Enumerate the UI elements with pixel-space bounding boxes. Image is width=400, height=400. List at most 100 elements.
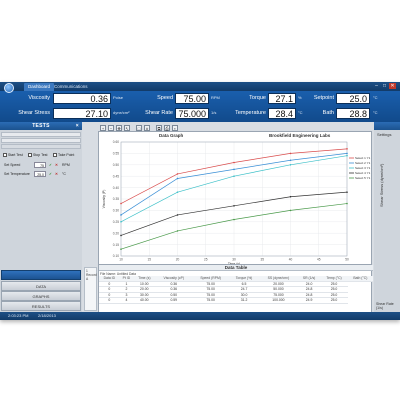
data-table: Data ID Pt ID Time (s) Viscosity (cP) Speed … bbox=[99, 276, 373, 304]
x-tick-label: 30 bbox=[232, 258, 236, 262]
data-point bbox=[176, 173, 179, 175]
record-letter: A bbox=[86, 277, 89, 281]
cancel-icon[interactable]: ✕ bbox=[55, 171, 58, 177]
viscosity-label: Viscosity bbox=[28, 95, 50, 101]
application-window: Dashboard Communications – □ ✕ Viscosity… bbox=[0, 82, 400, 320]
x-tick-label: 50 bbox=[345, 258, 349, 262]
set-temperature-row: Set Temperature 25.0 ✓ ✕ °C bbox=[4, 171, 66, 177]
data-button[interactable]: DATA bbox=[1, 281, 81, 291]
table-cell: 4 bbox=[119, 297, 134, 304]
data-point bbox=[346, 154, 348, 157]
x-tick-label: 10 bbox=[119, 258, 123, 262]
shear-stress-label: Shear Stress bbox=[18, 110, 50, 116]
table-cell: 31.2 bbox=[229, 297, 259, 304]
table-cell: 40.00 bbox=[133, 297, 156, 304]
shear-rate-unit: 1/s bbox=[211, 110, 217, 115]
y-tick-label: 0.20 bbox=[113, 231, 119, 235]
data-point bbox=[346, 148, 348, 150]
data-point bbox=[289, 164, 292, 166]
y-tick-label: 0.25 bbox=[113, 220, 119, 224]
close-panel-icon[interactable]: × bbox=[76, 122, 79, 130]
set-temperature-label: Set Temperature bbox=[4, 172, 30, 176]
x-tick-label: 40 bbox=[289, 258, 293, 262]
shear-rate-value: 75.000 bbox=[175, 108, 209, 119]
shear-stress-unit: dyne/cm² bbox=[113, 110, 130, 115]
data-point bbox=[176, 214, 179, 216]
legend-entry: Select 1 Y1 bbox=[355, 156, 371, 160]
set-speed-row: Set Speed 75 ✓ ✕ RPM bbox=[4, 162, 70, 168]
shear-stress-value: 27.10 bbox=[53, 108, 111, 119]
maximize-button[interactable]: □ bbox=[381, 83, 388, 89]
data-point bbox=[289, 195, 292, 198]
status-time: 2:03:23 PM bbox=[8, 313, 29, 318]
data-point bbox=[233, 161, 235, 164]
table-header-cell[interactable]: Bath (°C) bbox=[347, 276, 373, 282]
status-bar: 2:03:23 PM 2/18/2013 bbox=[0, 312, 400, 320]
data-point bbox=[233, 168, 235, 171]
tool-strip[interactable] bbox=[1, 132, 81, 137]
start-test-checkbox[interactable]: Start Test bbox=[3, 152, 23, 158]
set-temperature-unit: °C bbox=[62, 172, 66, 176]
temperature-label: Temperature bbox=[235, 110, 266, 116]
data-point bbox=[176, 230, 179, 232]
take-point-checkbox[interactable]: Take Point bbox=[53, 152, 74, 158]
x-tick-label: 35 bbox=[260, 258, 264, 262]
data-table-title: Data Table bbox=[99, 265, 373, 271]
cancel-icon[interactable]: ✕ bbox=[55, 162, 58, 168]
legend-entry: Select 5 Y1 bbox=[355, 176, 371, 180]
close-button[interactable]: ✕ bbox=[389, 83, 396, 89]
stop-test-checkbox[interactable]: Stop Test bbox=[28, 152, 48, 158]
data-point bbox=[346, 191, 348, 193]
bath-label: Bath bbox=[322, 110, 334, 116]
table-row[interactable]: 0 4 40.00 0.59 75.00 31.2 100.000 24.9 25.0 bbox=[99, 297, 373, 304]
y-tick-label: 0.40 bbox=[113, 186, 119, 190]
bath-value: 28.8 bbox=[336, 108, 370, 119]
readings-panel: Viscosity 0.36 Poise Speed 75.00 RPM Tor… bbox=[0, 91, 400, 122]
data-point bbox=[120, 248, 122, 250]
data-point bbox=[176, 177, 179, 180]
data-point bbox=[233, 218, 235, 221]
data-point bbox=[120, 202, 122, 205]
y-tick-label: 0.55 bbox=[113, 152, 119, 156]
table-cell: 25.0 bbox=[320, 297, 348, 304]
y-tick-label: 0.35 bbox=[113, 197, 119, 201]
y-tick-label: 0.15 bbox=[113, 243, 119, 247]
status-date: 2/18/2013 bbox=[38, 313, 56, 318]
results-button[interactable]: RESULTS bbox=[1, 301, 81, 311]
data-point bbox=[289, 209, 292, 212]
table-cell: 75.00 bbox=[192, 297, 230, 304]
temperature-value: 28.4 bbox=[268, 108, 296, 119]
viscosity-chart[interactable]: 0.100.150.200.250.300.350.400.450.500.55… bbox=[99, 138, 373, 266]
graphs-button[interactable]: GRAPHS bbox=[1, 291, 81, 301]
tab-communications[interactable]: Communications bbox=[50, 83, 92, 91]
speed-unit: RPM bbox=[211, 95, 220, 100]
data-point bbox=[120, 214, 122, 216]
title-bar: Dashboard Communications – □ ✕ bbox=[0, 82, 400, 93]
set-temperature-input[interactable]: 25.0 bbox=[34, 171, 46, 177]
setpoint-label: Setpoint bbox=[313, 95, 334, 101]
x-tick-label: 15 bbox=[147, 258, 151, 262]
tool-strip[interactable] bbox=[1, 138, 81, 143]
confirm-icon[interactable]: ✓ bbox=[49, 171, 52, 177]
bath-unit: °C bbox=[373, 110, 378, 115]
confirm-icon[interactable]: ✓ bbox=[49, 162, 52, 168]
table-cell: 0 bbox=[99, 297, 120, 304]
x-tick-label: 25 bbox=[204, 258, 208, 262]
y-axis-label: Viscosity (P) bbox=[102, 190, 106, 209]
tool-strip[interactable] bbox=[1, 144, 81, 149]
table-cell: 100.000 bbox=[258, 297, 298, 304]
shear-rate-label: Shear Rate bbox=[145, 110, 173, 116]
y-tick-label: 0.30 bbox=[113, 209, 119, 213]
data-point bbox=[289, 152, 292, 155]
settings-panel: Settings Shear Stress (dyne/cm²) Shear R… bbox=[374, 122, 400, 312]
settings-label: Settings bbox=[377, 132, 392, 137]
y-tick-label: 0.45 bbox=[113, 174, 119, 178]
minimize-button[interactable]: – bbox=[373, 83, 380, 89]
tests-header: TESTS × bbox=[0, 122, 82, 130]
legend-entry: Select 3 Y1 bbox=[355, 166, 371, 170]
set-speed-input[interactable]: 75 bbox=[34, 162, 46, 168]
y-tick-label: 0.60 bbox=[113, 140, 119, 144]
data-point bbox=[120, 234, 122, 237]
panel-divider-button[interactable] bbox=[1, 270, 81, 280]
torque-label: Torque bbox=[249, 95, 266, 101]
